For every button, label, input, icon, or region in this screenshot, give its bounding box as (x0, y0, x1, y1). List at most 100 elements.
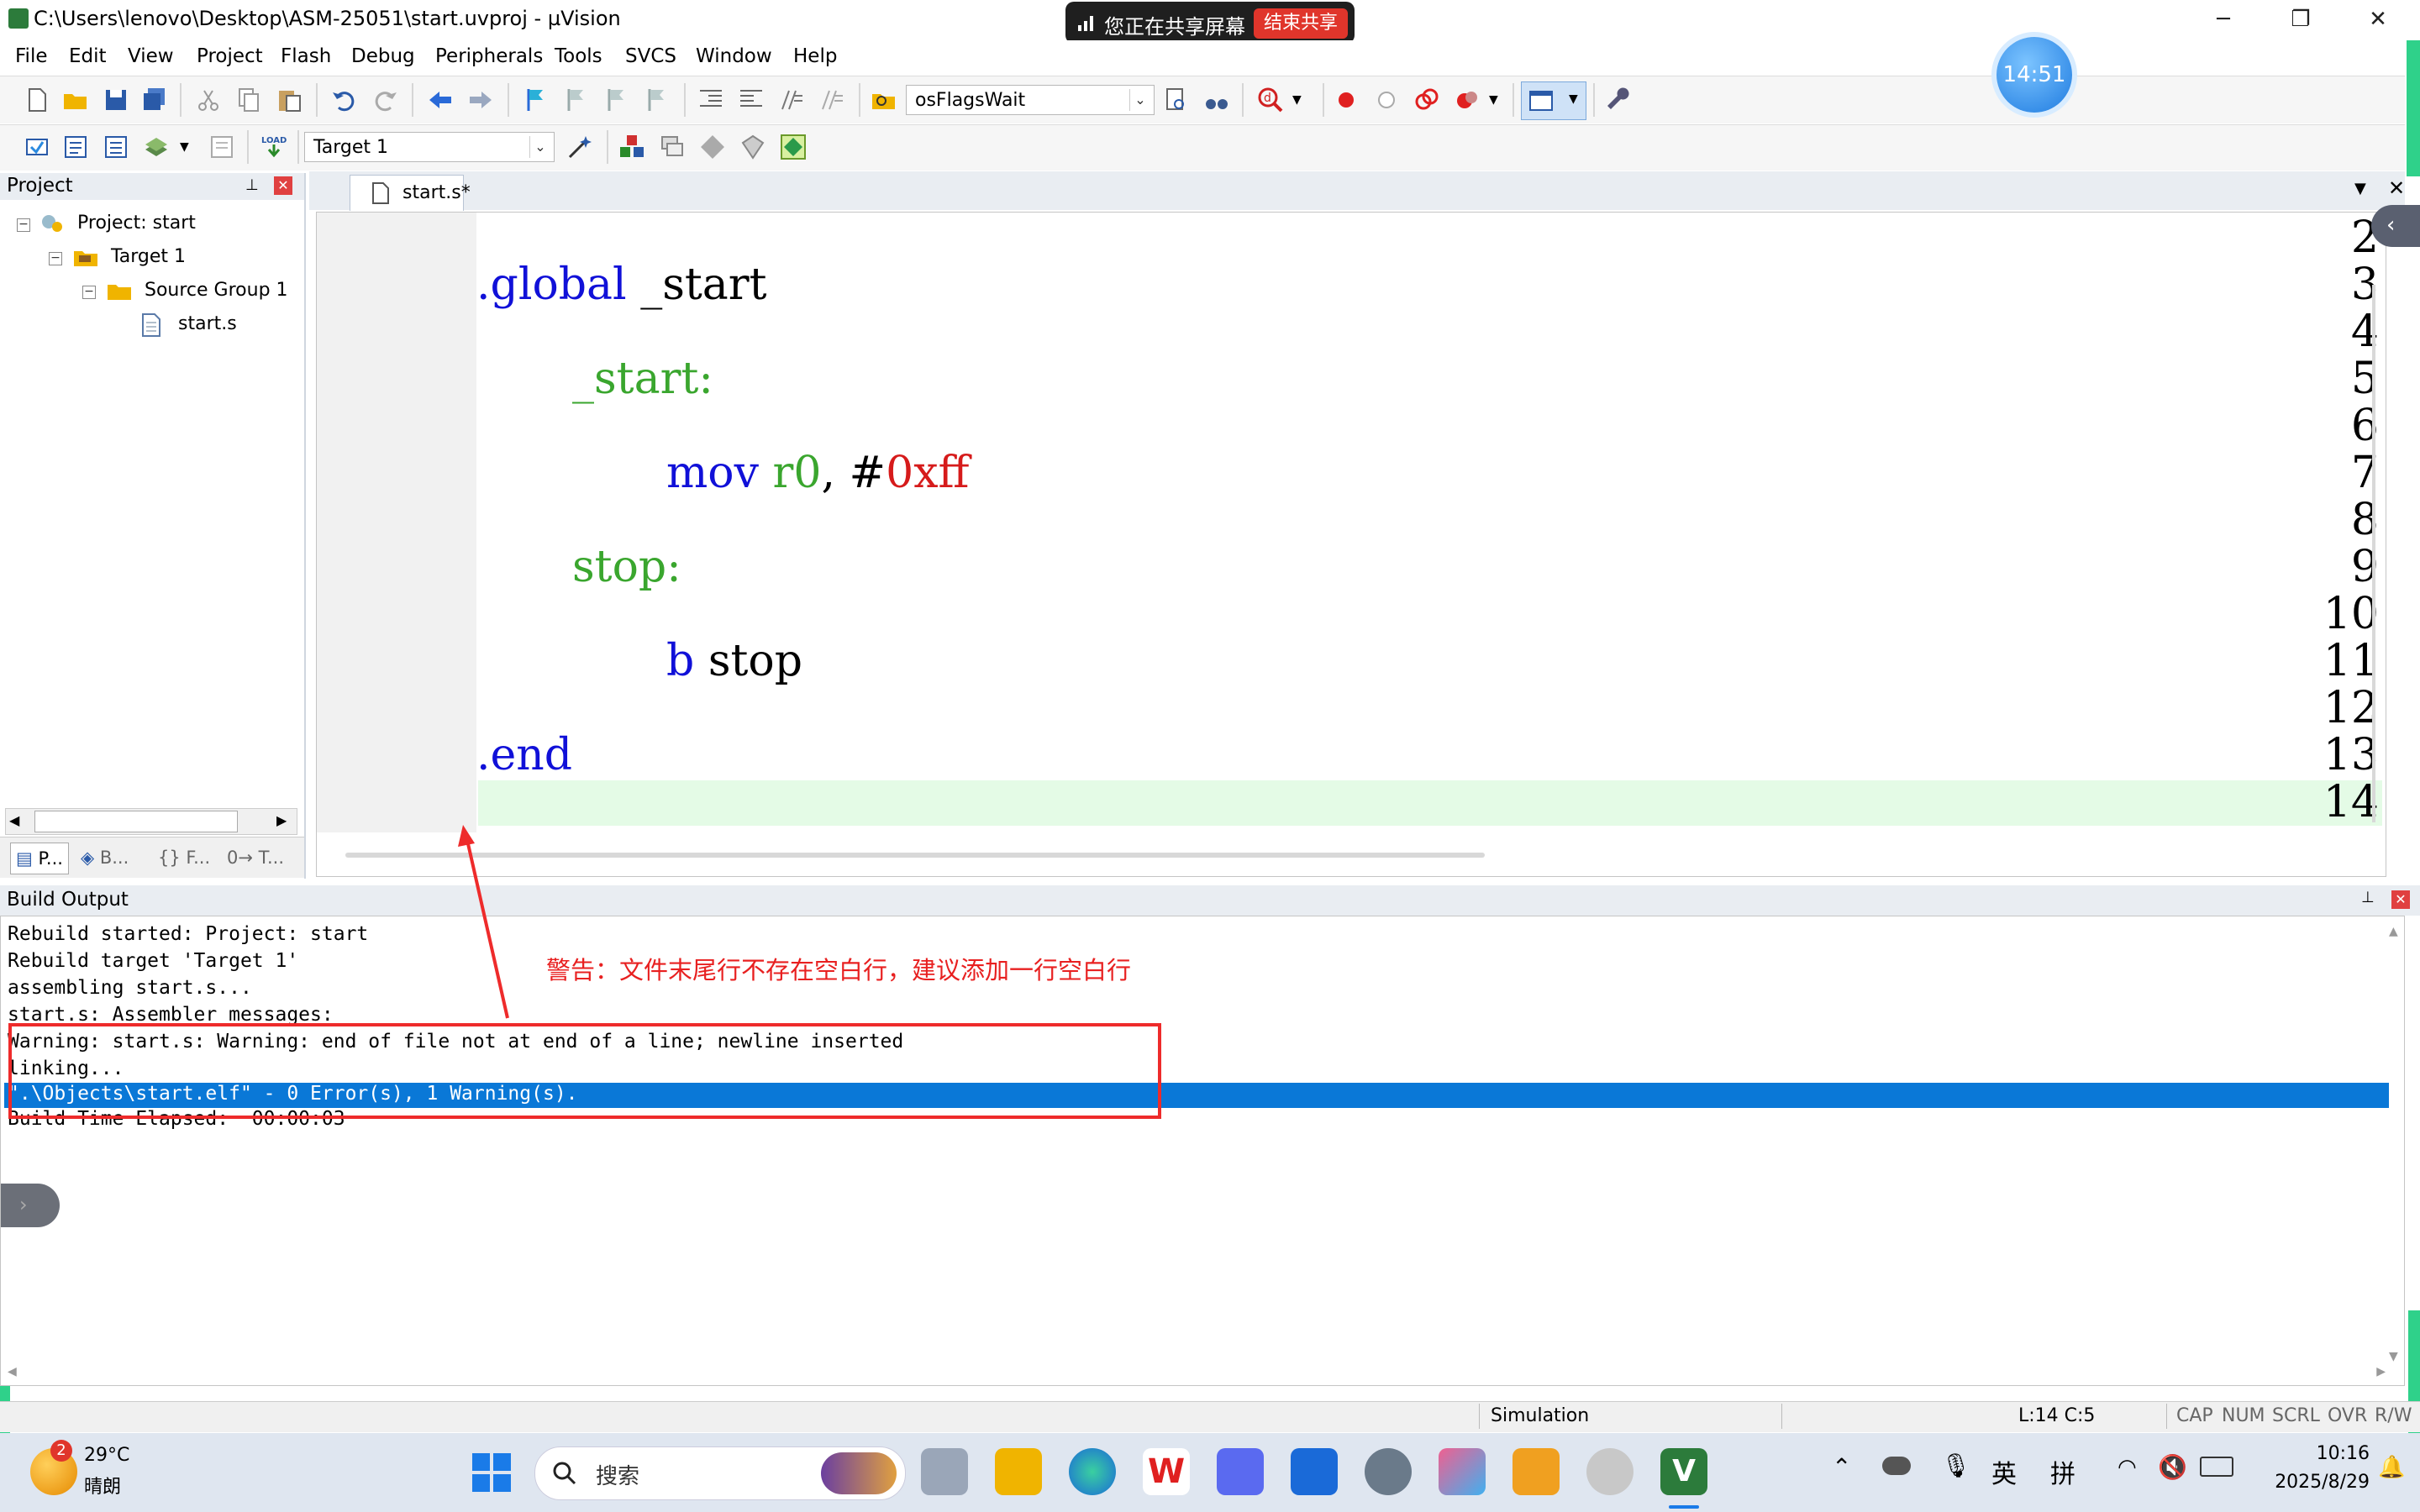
file-extensions-button[interactable] (615, 130, 649, 164)
manage-multi-project-button[interactable] (655, 130, 689, 164)
find-button[interactable] (1160, 83, 1193, 117)
menu-project[interactable]: Project (197, 45, 263, 67)
scroll-up-icon[interactable]: ▲ (2389, 925, 2398, 938)
stop-build-button[interactable] (205, 130, 239, 164)
menu-peripherals[interactable]: Peripherals (435, 45, 543, 67)
notes-app-icon[interactable] (1217, 1448, 1264, 1495)
target-combobox[interactable]: Target 1 ⌄ (304, 132, 555, 162)
stop-sharing-button[interactable]: 结束共享 (1254, 8, 1348, 39)
video-app-icon[interactable] (1586, 1448, 1634, 1495)
pin-icon[interactable]: ⊥ (2361, 889, 2375, 906)
bookmark-clear-button[interactable] (640, 83, 674, 117)
project-panel-scrollbar[interactable]: ◀ ▶ (5, 808, 297, 835)
scroll-down-icon[interactable]: ▼ (2389, 1350, 2398, 1363)
menu-edit[interactable]: Edit (69, 45, 107, 67)
battery-icon[interactable] (2200, 1457, 2233, 1477)
paint-app-icon[interactable] (1439, 1448, 1486, 1495)
find-in-files-button[interactable] (867, 83, 901, 117)
menu-debug[interactable]: Debug (351, 45, 415, 67)
navigate-forward-button[interactable] (464, 83, 497, 117)
open-button[interactable] (59, 83, 92, 117)
windows-start-icon[interactable] (471, 1452, 513, 1494)
indent-button[interactable] (694, 83, 728, 117)
new-file-button[interactable] (20, 83, 54, 117)
editor-vertical-scrollbar[interactable] (2372, 285, 2375, 822)
virtualbox-icon[interactable] (1512, 1448, 1560, 1495)
scroll-left-icon[interactable]: ◀ (8, 1365, 17, 1378)
configure-button[interactable] (1602, 83, 1635, 117)
tab-templates[interactable]: 0→ T... (227, 843, 284, 873)
menu-help[interactable]: Help (793, 45, 837, 67)
build-output-window[interactable]: Rebuild started: Project: start Rebuild … (0, 916, 2405, 1386)
pin-icon[interactable]: ⊥ (245, 176, 259, 194)
scroll-thumb[interactable] (34, 811, 238, 832)
bookmark-prev-button[interactable] (560, 83, 593, 117)
settings-gear-icon[interactable] (1365, 1448, 1412, 1495)
undo-button[interactable] (328, 83, 361, 117)
menu-file[interactable]: File (15, 45, 48, 67)
tree-collapse-icon[interactable]: − (82, 286, 96, 299)
download-button[interactable]: LOAD (257, 130, 291, 164)
tree-target[interactable]: Target 1 (111, 242, 186, 272)
meeting-app-icon[interactable] (1291, 1448, 1338, 1495)
wifi-icon[interactable]: ◠ (2118, 1455, 2137, 1480)
menu-view[interactable]: View (128, 45, 174, 67)
close-tab-icon[interactable]: ✕ (2388, 176, 2405, 200)
redo-button[interactable] (368, 83, 402, 117)
build-button[interactable] (59, 130, 92, 164)
batch-build-button[interactable] (139, 130, 173, 164)
ime-mode[interactable]: 拼 (2050, 1453, 2075, 1490)
chevron-down-icon[interactable]: ⌄ (1129, 89, 1150, 111)
build-horizontal-scrollbar[interactable]: ◀ ▶ (8, 1365, 2386, 1382)
chevron-down-icon[interactable]: ▼ (1489, 93, 1498, 107)
menu-tools[interactable]: Tools (555, 45, 602, 67)
chevron-down-icon[interactable]: ⌄ (529, 136, 550, 158)
uvision-taskbar-icon[interactable]: V (1660, 1448, 1707, 1495)
close-panel-button[interactable]: ✕ (274, 176, 292, 195)
close-panel-button[interactable]: ✕ (2391, 890, 2410, 909)
chevron-up-icon[interactable]: ⌃ (1832, 1453, 1851, 1481)
taskbar-search[interactable]: 搜索 (534, 1446, 906, 1500)
find-combobox[interactable]: osFlagsWait ⌄ (906, 85, 1155, 115)
edge-browser-icon[interactable] (1069, 1448, 1116, 1495)
target-options-button[interactable] (563, 130, 597, 164)
notification-bell-icon[interactable]: 🔔 (2378, 1455, 2405, 1480)
scroll-left-icon[interactable]: ◀ (9, 812, 19, 828)
cloud-icon[interactable] (1882, 1457, 1911, 1475)
restore-button[interactable]: ❐ (2262, 0, 2339, 40)
navigate-back-button[interactable] (424, 83, 457, 117)
tree-collapse-icon[interactable]: − (49, 252, 62, 265)
clock-time[interactable]: 10:16 (2282, 1443, 2370, 1464)
wps-office-icon[interactable]: W (1143, 1448, 1190, 1495)
tree-file-start-s[interactable]: start.s (178, 309, 237, 339)
chevron-down-icon[interactable]: ▼ (1292, 93, 1302, 107)
tab-start-s[interactable]: start.s* (350, 175, 471, 211)
chevron-down-icon[interactable]: ▼ (180, 140, 189, 154)
uncomment-button[interactable] (815, 83, 849, 117)
meeting-timer[interactable]: 14:51 (1996, 37, 2072, 113)
save-all-button[interactable] (138, 83, 171, 117)
translate-button[interactable] (20, 130, 54, 164)
code-editor[interactable]: 2 3 4 5 6 7 8 9 10 11 12 13 14 .global _… (316, 212, 2386, 877)
menu-svcs[interactable]: SVCS (625, 45, 676, 67)
insert-breakpoint-button[interactable] (1329, 83, 1363, 117)
volume-muted-icon[interactable]: 🔇 (2158, 1453, 2187, 1481)
task-view-icon[interactable] (921, 1448, 968, 1495)
copy-button[interactable] (232, 83, 266, 117)
save-button[interactable] (99, 83, 133, 117)
tab-books[interactable]: ◈ B... (81, 843, 129, 873)
comment-button[interactable] (775, 83, 808, 117)
manage-rte-button[interactable] (696, 130, 729, 164)
bookmark-toggle-button[interactable] (519, 83, 553, 117)
tree-source-group[interactable]: Source Group 1 (145, 276, 288, 306)
tab-list-dropdown-icon[interactable]: ▼ (2354, 180, 2366, 197)
incremental-find-button[interactable] (1200, 83, 1234, 117)
close-button[interactable]: ✕ (2339, 0, 2417, 40)
menu-window[interactable]: Window (696, 45, 772, 67)
kill-all-breakpoints-button[interactable] (1450, 83, 1484, 117)
file-explorer-icon[interactable] (995, 1448, 1042, 1495)
tab-functions[interactable]: {} F... (158, 843, 210, 873)
select-software-packs-button[interactable] (736, 130, 770, 164)
tree-project[interactable]: Project: start (77, 208, 196, 239)
rebuild-button[interactable] (99, 130, 133, 164)
